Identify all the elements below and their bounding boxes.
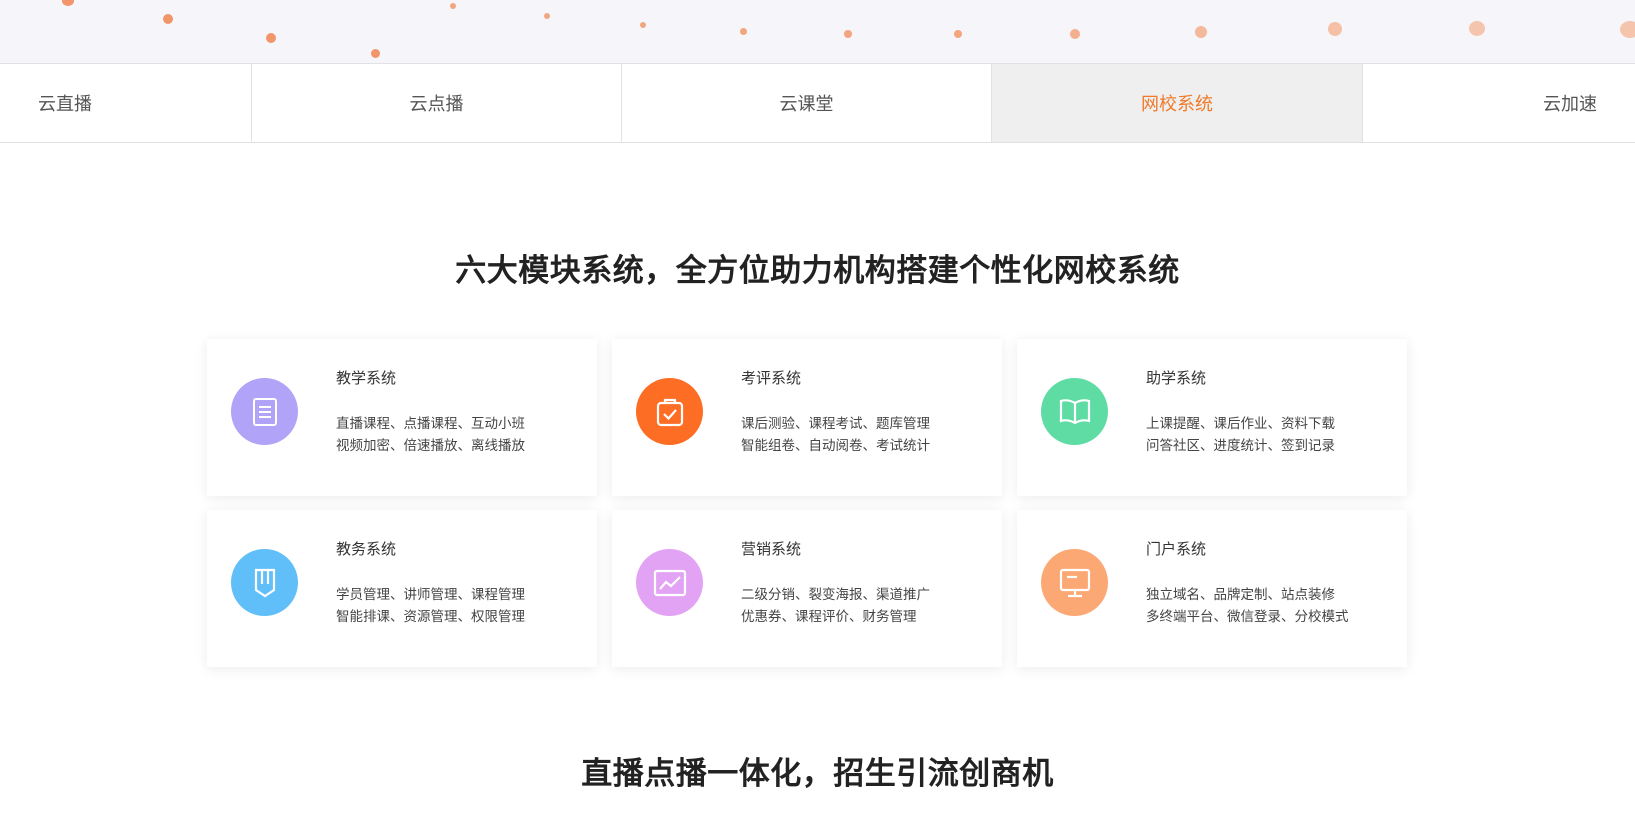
decor-dot — [450, 3, 456, 9]
module-name: 考评系统 — [741, 369, 802, 387]
trend-chart-icon — [636, 549, 703, 616]
module-features: 二级分销、裂变海报、渠道推广 — [741, 587, 930, 603]
clipboard-check-icon — [636, 378, 703, 445]
module-features: 学员管理、讲师管理、课程管理 — [336, 587, 525, 603]
module-features: 独立域名、品牌定制、站点装修 — [1146, 587, 1335, 603]
tab-online-school[interactable]: 网校系统 — [991, 64, 1362, 142]
decor-dot — [1195, 26, 1207, 38]
decor-dot — [62, 0, 74, 6]
tab-label: 网校系统 — [1141, 94, 1213, 115]
module-features: 课后测验、课程考试、题库管理 — [741, 416, 930, 432]
bookmark-badge-icon — [231, 549, 298, 616]
module-card-learning-aid[interactable]: 助学系统 上课提醒、课后作业、资料下载 问答社区、进度统计、签到记录 — [1017, 339, 1407, 496]
module-name: 门户系统 — [1146, 540, 1207, 558]
decor-dot — [371, 49, 380, 58]
module-features: 优惠券、课程评价、财务管理 — [741, 609, 917, 625]
module-name: 教学系统 — [336, 369, 397, 387]
module-card-assessment[interactable]: 考评系统 课后测验、课程考试、题库管理 智能组卷、自动阅卷、考试统计 — [612, 339, 1002, 496]
hero-decoration-strip — [0, 0, 1635, 63]
module-card-marketing[interactable]: 营销系统 二级分销、裂变海报、渠道推广 优惠券、课程评价、财务管理 — [612, 510, 1002, 667]
tab-cloud-acceleration[interactable]: 云加速 — [1362, 64, 1635, 142]
module-features: 上课提醒、课后作业、资料下载 — [1146, 416, 1335, 432]
module-card-teaching[interactable]: 教学系统 直播课程、点播课程、互动小班 视频加密、倍速播放、离线播放 — [207, 339, 597, 496]
decor-dot — [163, 14, 173, 24]
monitor-icon — [1041, 549, 1108, 616]
decor-dot — [544, 13, 550, 19]
open-book-icon — [1041, 378, 1108, 445]
module-features: 问答社区、进度统计、签到记录 — [1146, 438, 1335, 454]
tab-cloud-live[interactable]: 云直播 — [0, 64, 251, 142]
tab-label: 云加速 — [1543, 94, 1597, 115]
tab-cloud-classroom[interactable]: 云课堂 — [621, 64, 991, 142]
tab-label: 云直播 — [38, 94, 92, 115]
decor-dot — [266, 33, 276, 43]
module-features: 直播课程、点播课程、互动小班 — [336, 416, 525, 432]
module-name: 教务系统 — [336, 540, 397, 558]
module-features: 视频加密、倍速播放、离线播放 — [336, 438, 525, 454]
decor-dot — [740, 28, 747, 35]
tab-label: 云点播 — [409, 94, 464, 115]
section-title: 直播点播一体化，招生引流创商机 — [581, 756, 1054, 792]
tab-cloud-vod[interactable]: 云点播 — [251, 64, 621, 142]
decor-dot — [1070, 29, 1080, 39]
decor-dot — [844, 30, 852, 38]
module-card-academic-affairs[interactable]: 教务系统 学员管理、讲师管理、课程管理 智能排课、资源管理、权限管理 — [207, 510, 597, 667]
decor-dot — [954, 30, 962, 38]
decor-dot — [1620, 21, 1635, 38]
decor-dot — [1328, 22, 1342, 36]
decor-dot — [1469, 21, 1485, 36]
module-name: 营销系统 — [741, 540, 802, 558]
module-features: 多终端平台、微信登录、分校模式 — [1146, 609, 1349, 625]
tab-label: 云课堂 — [779, 94, 834, 115]
module-name: 助学系统 — [1146, 369, 1207, 387]
section-title: 六大模块系统，全方位助力机构搭建个性化网校系统 — [455, 253, 1180, 289]
document-icon — [231, 378, 298, 445]
module-features: 智能排课、资源管理、权限管理 — [336, 609, 525, 625]
product-tab-bar: 云直播 云点播 云课堂 网校系统 云加速 — [0, 63, 1635, 143]
module-card-portal[interactable]: 门户系统 独立域名、品牌定制、站点装修 多终端平台、微信登录、分校模式 — [1017, 510, 1407, 667]
decor-dot — [640, 22, 646, 28]
module-features: 智能组卷、自动阅卷、考试统计 — [741, 438, 930, 454]
